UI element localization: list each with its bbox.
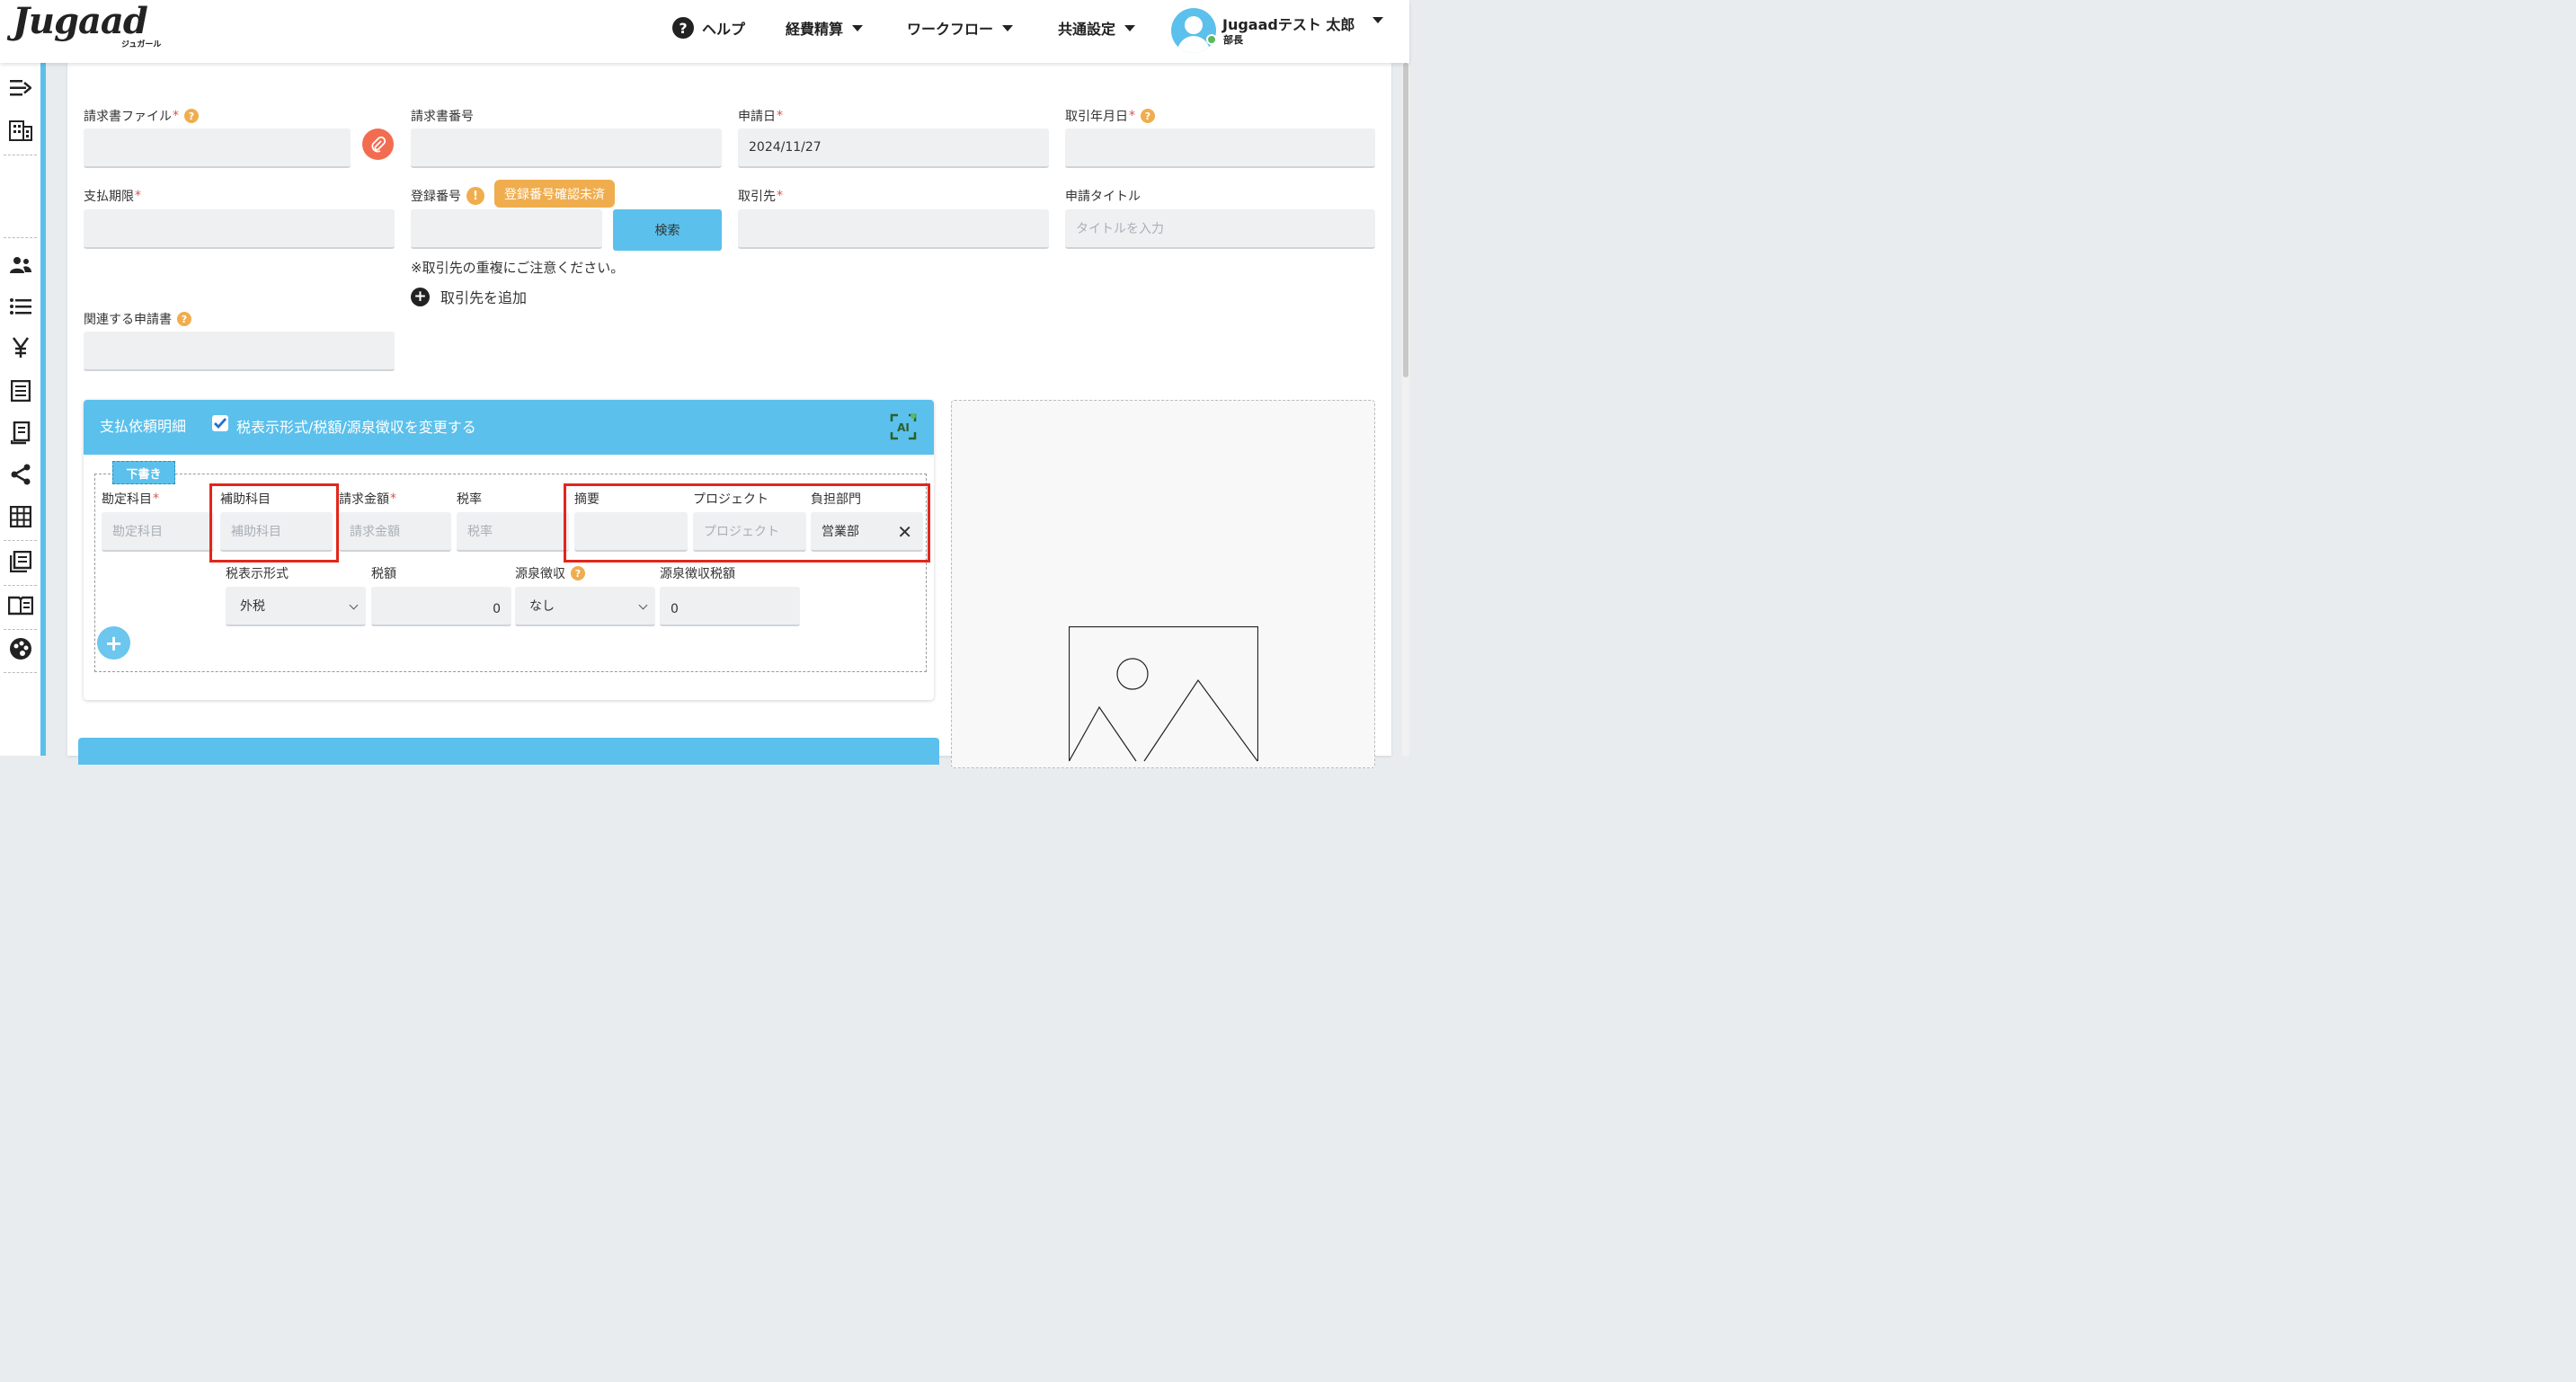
search-button[interactable]: 検索 bbox=[613, 209, 722, 251]
users-icon[interactable] bbox=[8, 252, 33, 278]
plus-circle-icon: + bbox=[411, 287, 430, 306]
registration-warning-tooltip: 登録番号確認未済 bbox=[494, 180, 615, 208]
tax-amount-input[interactable]: 0 bbox=[371, 587, 511, 626]
highlight-box-summary-project-department bbox=[564, 483, 930, 563]
document-icon[interactable] bbox=[8, 378, 33, 403]
partner-input[interactable] bbox=[738, 209, 1049, 249]
registration-number-label: 登録番号 ! bbox=[411, 187, 484, 205]
user-name[interactable]: Jugaadテスト 太郎 bbox=[1222, 13, 1355, 34]
checkmark-icon bbox=[214, 418, 227, 429]
withholding-label: 源泉徴収 ? bbox=[515, 564, 585, 582]
withholding-select[interactable]: なし bbox=[515, 587, 655, 626]
withholding-amount-label: 源泉徴収税額 bbox=[660, 567, 735, 581]
invoice-file-input[interactable] bbox=[84, 128, 351, 168]
list-icon[interactable] bbox=[8, 294, 33, 319]
palette-icon[interactable] bbox=[8, 636, 33, 661]
sidebar-accent-stripe bbox=[40, 63, 46, 756]
nav-common-settings-menu[interactable]: 共通設定 bbox=[1058, 16, 1136, 40]
yen-icon[interactable] bbox=[8, 335, 33, 360]
next-section-header bbox=[78, 738, 939, 765]
tax-rate-input[interactable]: 税率 bbox=[457, 512, 569, 552]
add-partner-button[interactable]: + 取引先を追加 bbox=[411, 286, 527, 307]
nav-workflow-menu[interactable]: ワークフロー bbox=[907, 16, 1014, 40]
account-input[interactable]: 勘定科目 bbox=[102, 512, 214, 552]
partner-label: 取引先 * bbox=[738, 189, 783, 204]
payment-detail-title: 支払依頼明細 bbox=[100, 418, 187, 435]
transaction-date-label: 取引年月日 * ? bbox=[1065, 107, 1155, 125]
help-question-icon[interactable]: ? bbox=[1141, 109, 1155, 123]
apply-date-label: 申請日 * bbox=[738, 109, 783, 124]
chevron-down-icon bbox=[638, 600, 648, 610]
share-icon[interactable] bbox=[8, 462, 33, 487]
add-row-button[interactable]: + bbox=[97, 626, 130, 660]
application-title-label: 申請タイトル bbox=[1065, 190, 1141, 204]
ai-scan-icon[interactable]: AI bbox=[889, 412, 918, 441]
logo-subtext: ジュガール bbox=[121, 40, 162, 49]
amount-label: 請求金額 * bbox=[339, 492, 396, 507]
menu-toggle-icon[interactable] bbox=[8, 75, 33, 101]
change-tax-label[interactable]: 税表示形式/税額/源泉徴収を変更する bbox=[236, 415, 476, 437]
receipt-icon[interactable] bbox=[8, 421, 33, 446]
duplicate-partner-note: ※取引先の重複にご注意ください。 bbox=[411, 260, 625, 276]
highlight-box-sub-account bbox=[209, 483, 339, 563]
caret-down-icon bbox=[1002, 24, 1014, 31]
online-status-dot bbox=[1206, 34, 1217, 45]
chevron-down-icon bbox=[349, 600, 359, 610]
tax-amount-label: 税額 bbox=[371, 567, 396, 581]
top-header: Jugaad ジュガール ? ヘルプ 経費精算 ワークフロー 共通設定 Juga… bbox=[0, 0, 1409, 63]
logo-text: Jugaad bbox=[13, 0, 148, 42]
warning-icon: ! bbox=[466, 187, 484, 205]
payment-detail-header bbox=[84, 400, 934, 455]
related-application-input[interactable] bbox=[84, 332, 395, 371]
help-question-icon[interactable]: ? bbox=[184, 109, 199, 123]
user-avatar[interactable] bbox=[1171, 8, 1216, 53]
change-tax-checkbox[interactable] bbox=[212, 415, 228, 431]
caret-down-icon bbox=[1124, 24, 1136, 31]
invoice-number-label: 請求書番号 bbox=[411, 110, 474, 124]
nav-expense-label: 経費精算 bbox=[786, 21, 844, 38]
building-icon[interactable] bbox=[8, 118, 33, 143]
related-application-label: 関連する申請書 ? bbox=[84, 310, 191, 328]
tax-display-select[interactable]: 外税 bbox=[226, 587, 366, 626]
registration-number-input[interactable] bbox=[411, 209, 602, 249]
transaction-date-input[interactable] bbox=[1065, 128, 1375, 168]
apply-date-input[interactable]: 2024/11/27 bbox=[738, 128, 1049, 168]
help-icon: ? bbox=[672, 17, 694, 39]
draft-tag: 下書き bbox=[112, 461, 175, 484]
help-question-icon[interactable]: ? bbox=[177, 312, 191, 326]
caret-down-icon bbox=[852, 24, 864, 31]
paperclip-icon bbox=[371, 136, 386, 152]
amount-input[interactable]: 請求金額 bbox=[339, 512, 451, 552]
withholding-amount-input[interactable]: 0 bbox=[660, 587, 800, 626]
nav-help-label: ヘルプ bbox=[702, 21, 746, 38]
left-sidebar bbox=[0, 63, 40, 756]
tax-rate-label: 税率 bbox=[457, 492, 482, 507]
books-icon[interactable] bbox=[8, 549, 33, 574]
invoice-file-label: 請求書ファイル * ? bbox=[84, 107, 199, 125]
page-scrollbar-thumb[interactable] bbox=[1403, 63, 1408, 377]
nav-common-label: 共通設定 bbox=[1058, 21, 1116, 38]
account-label: 勘定科目 * bbox=[102, 492, 159, 507]
svg-text:AI: AI bbox=[897, 421, 910, 434]
tax-display-label: 税表示形式 bbox=[226, 567, 289, 581]
jugaad-logo[interactable]: Jugaad bbox=[13, 0, 148, 42]
manual-book-icon[interactable] bbox=[8, 593, 33, 618]
nav-expense-menu[interactable]: 経費精算 bbox=[786, 16, 864, 40]
payment-due-label: 支払期限 * bbox=[84, 189, 141, 204]
user-role: 部長 bbox=[1223, 34, 1243, 46]
invoice-preview-area bbox=[951, 400, 1375, 768]
table-grid-icon[interactable] bbox=[8, 504, 33, 529]
application-title-input[interactable]: タイトルを入力 bbox=[1065, 209, 1375, 249]
user-menu-caret-icon[interactable] bbox=[1372, 17, 1383, 23]
attach-file-button[interactable] bbox=[362, 128, 394, 160]
payment-due-input[interactable] bbox=[84, 209, 395, 249]
nav-workflow-label: ワークフロー bbox=[907, 21, 994, 38]
image-placeholder-icon bbox=[1069, 626, 1258, 762]
invoice-number-input[interactable] bbox=[411, 128, 722, 168]
nav-help[interactable]: ? ヘルプ bbox=[672, 16, 745, 40]
help-question-icon[interactable]: ? bbox=[571, 566, 585, 580]
